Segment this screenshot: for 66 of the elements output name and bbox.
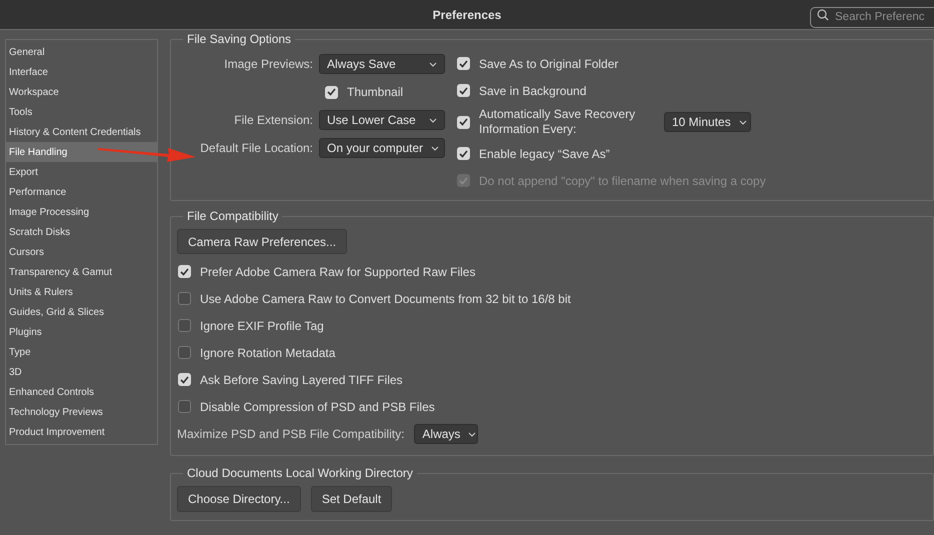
sidebar-item[interactable]: 3D bbox=[6, 362, 157, 382]
dropdown[interactable]: Always bbox=[414, 424, 478, 444]
checkbox[interactable] bbox=[178, 319, 191, 332]
sidebar-item[interactable]: General bbox=[6, 42, 157, 62]
sidebar-item[interactable]: Guides, Grid & Slices bbox=[6, 302, 157, 322]
checkbox[interactable] bbox=[178, 265, 191, 278]
sidebar-item[interactable]: Workspace bbox=[6, 82, 157, 102]
search-field[interactable]: Search Preferenc bbox=[810, 6, 934, 28]
sidebar-item[interactable]: Performance bbox=[6, 182, 157, 202]
checkbox-label: Disable Compression of PSD and PSB Files bbox=[200, 398, 435, 416]
sidebar-item[interactable]: Enhanced Controls bbox=[6, 382, 157, 402]
dropdown[interactable]: On your computer bbox=[319, 138, 445, 158]
checkbox-label: Ask Before Saving Layered TIFF Files bbox=[200, 372, 403, 388]
checkbox-label: Ignore EXIF Profile Tag bbox=[200, 318, 324, 334]
sidebar-item[interactable]: Transparency & Gamut bbox=[6, 262, 157, 282]
directory-button[interactable]: Set Default bbox=[310, 486, 392, 512]
sidebar-item[interactable]: Tools bbox=[6, 102, 157, 122]
checkbox[interactable] bbox=[178, 292, 191, 305]
sidebar-item[interactable]: Plugins bbox=[6, 322, 157, 342]
sidebar-item[interactable]: Technology Previews bbox=[6, 402, 157, 422]
dropdown[interactable]: Use Lower Case bbox=[319, 110, 445, 130]
camera-raw-preferences-button[interactable]: Camera Raw Preferences... bbox=[177, 229, 348, 254]
chevron-down-icon bbox=[738, 120, 747, 124]
checkbox[interactable] bbox=[178, 400, 191, 413]
sidebar-item[interactable]: Interface bbox=[6, 62, 157, 82]
sidebar-item[interactable]: Type bbox=[6, 342, 157, 362]
checkbox-label: Prefer Adobe Camera Raw for Supported Raw Files bbox=[200, 264, 476, 280]
checkbox[interactable] bbox=[457, 116, 470, 128]
dropdown[interactable]: Always Save bbox=[319, 54, 445, 74]
directory-button[interactable]: Choose Directory... bbox=[177, 486, 301, 512]
group-title: Cloud Documents Local Working Directory bbox=[186, 465, 414, 482]
checkbox[interactable] bbox=[325, 86, 338, 98]
sidebar-item[interactable]: Product Improvement bbox=[6, 422, 157, 442]
sidebar-item[interactable]: Cursors bbox=[6, 242, 157, 262]
dropdown[interactable]: 10 Minutes bbox=[664, 112, 751, 132]
checkbox-label: Automatically Save Recovery Information Every: bbox=[479, 107, 636, 137]
chevron-down-icon bbox=[468, 432, 476, 436]
chevron-down-icon bbox=[431, 146, 440, 150]
field-label: Default File Location: bbox=[199, 140, 314, 157]
field-label: File Extension: bbox=[233, 112, 314, 129]
group-title: File Compatibility bbox=[186, 208, 280, 225]
checkbox[interactable] bbox=[457, 57, 470, 70]
field-label: Image Previews: bbox=[223, 56, 314, 73]
sidebar-item[interactable]: File Handling bbox=[6, 142, 157, 162]
checkbox-label: Thumbnail bbox=[347, 84, 404, 101]
checkbox[interactable] bbox=[457, 84, 470, 97]
group-title: File Saving Options bbox=[186, 31, 292, 48]
checkbox[interactable] bbox=[178, 373, 191, 386]
search-icon bbox=[817, 8, 829, 20]
chevron-down-icon bbox=[429, 118, 437, 122]
sidebar-item[interactable]: History & Content Credentials bbox=[6, 122, 157, 142]
sidebar-item[interactable]: Image Processing bbox=[6, 202, 157, 222]
sidebar-item[interactable]: Units & Rulers bbox=[6, 282, 157, 302]
checkbox-label: Use Adobe Camera Raw to Convert Documents from 32 bit to 16/8 bit bbox=[200, 290, 571, 308]
checkbox-label: Enable legacy “Save As” bbox=[479, 146, 610, 162]
checkbox[interactable] bbox=[457, 147, 470, 160]
sidebar-item[interactable]: Scratch Disks bbox=[6, 222, 157, 242]
checkbox-label: Ignore Rotation Metadata bbox=[200, 344, 336, 362]
chevron-down-icon bbox=[429, 62, 437, 66]
checkbox-label: Save in Background bbox=[479, 82, 586, 100]
checkbox[interactable] bbox=[178, 346, 191, 359]
window-title: Preferences bbox=[432, 6, 502, 24]
field-label: Maximize PSD and PSB File Compatibility: bbox=[177, 426, 404, 443]
checkbox-label: Save As to Original Folder bbox=[479, 56, 618, 72]
checkbox-label: Do not append "copy" to filename when saving a copy bbox=[479, 172, 766, 190]
sidebar-item[interactable]: Export bbox=[6, 162, 157, 182]
